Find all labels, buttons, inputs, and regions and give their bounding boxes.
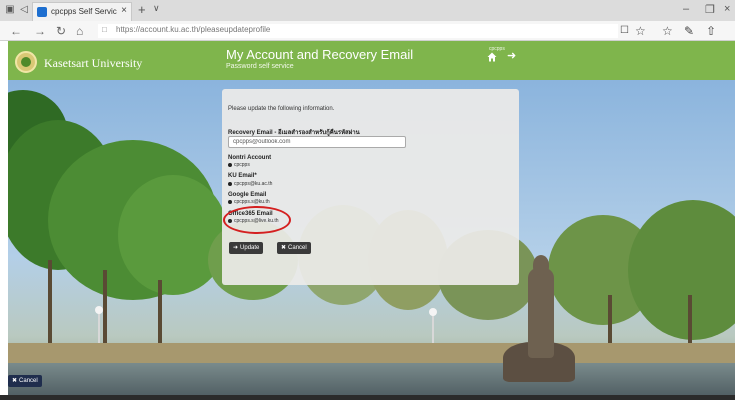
info-dot-icon (228, 181, 232, 186)
arrow-right-icon: ➜ (233, 245, 239, 251)
forward-icon[interactable]: → (34, 23, 46, 39)
share-icon[interactable]: ⇧ (706, 23, 716, 39)
site-favicon-icon (37, 7, 47, 17)
page-subtitle: Password self service (226, 63, 294, 70)
tab-menu-icon[interactable]: ∨ (153, 3, 160, 14)
tab-close-icon[interactable]: × (121, 5, 127, 16)
x-icon: ✖ (12, 378, 18, 384)
cancel-button[interactable]: ✖ Cancel (277, 242, 311, 254)
nontri-account-value: cpcpps (228, 162, 250, 168)
info-dot-icon (228, 199, 232, 204)
address-bar[interactable]: □ https://account.ku.ac.th/pleaseupdatep… (98, 24, 618, 38)
home-nav-icon[interactable]: ⌂ (76, 23, 83, 39)
site-header: Kasetsart University My Account and Reco… (8, 41, 735, 80)
new-tab-icon[interactable]: + (138, 2, 146, 17)
university-name: Kasetsart University (44, 56, 143, 70)
url-text: https://account.ku.ac.th/pleaseupdatepro… (116, 25, 271, 34)
page-info-icon[interactable]: □ (102, 25, 110, 36)
favorites-bar-icon[interactable]: ☆ (662, 23, 673, 39)
restore-icon[interactable]: ❐ (705, 3, 715, 16)
home-icon[interactable] (487, 52, 497, 62)
browser-tab[interactable]: cpcpps Self Service Pass × (32, 2, 132, 21)
university-logo (15, 51, 37, 73)
google-email-label: Google Email (228, 192, 267, 198)
refresh-icon[interactable]: ↻ (56, 23, 66, 39)
tab-actions-icon[interactable]: ▣ (4, 4, 16, 16)
x-icon: ✖ (281, 245, 287, 251)
profile-form-panel: Please update the following information.… (222, 89, 519, 285)
minimize-icon[interactable]: – (683, 3, 689, 15)
sign-out-icon[interactable]: ➜ (507, 51, 516, 62)
update-button[interactable]: ➜ Update (229, 242, 264, 254)
browser-tab-bar: ▣ ◁ cpcpps Self Service Pass × + ∨ – ❐ × (0, 0, 735, 21)
back-tabs-icon[interactable]: ◁ (18, 4, 30, 16)
red-highlight-annotation (223, 206, 291, 234)
recovery-email-input[interactable] (228, 136, 406, 148)
page-title: My Account and Recovery Email (226, 47, 414, 62)
tab-title: cpcpps Self Service Pass (51, 7, 117, 16)
favorite-star-icon[interactable]: ☆ (635, 23, 646, 39)
close-window-icon[interactable]: × (724, 3, 730, 15)
nontri-account-label: Nontri Account (228, 155, 272, 161)
browser-nav-bar: ← → ↻ ⌂ □ https://account.ku.ac.th/pleas… (0, 21, 735, 41)
corner-cancel-button[interactable]: ✖ Cancel (8, 375, 42, 387)
intro-text: Please update the following information. (228, 106, 335, 112)
ku-email-value: cpcpps@ku.ac.th (228, 181, 272, 187)
web-note-pen-icon[interactable]: ✎ (684, 23, 694, 39)
taskbar (0, 395, 735, 400)
google-email-value: cpcpps.s@ku.th (228, 199, 270, 205)
reading-view-icon[interactable]: ☐ (620, 23, 629, 39)
back-icon[interactable]: ← (10, 23, 22, 39)
ku-email-label: KU Email* (228, 173, 257, 179)
info-dot-icon (228, 162, 232, 167)
